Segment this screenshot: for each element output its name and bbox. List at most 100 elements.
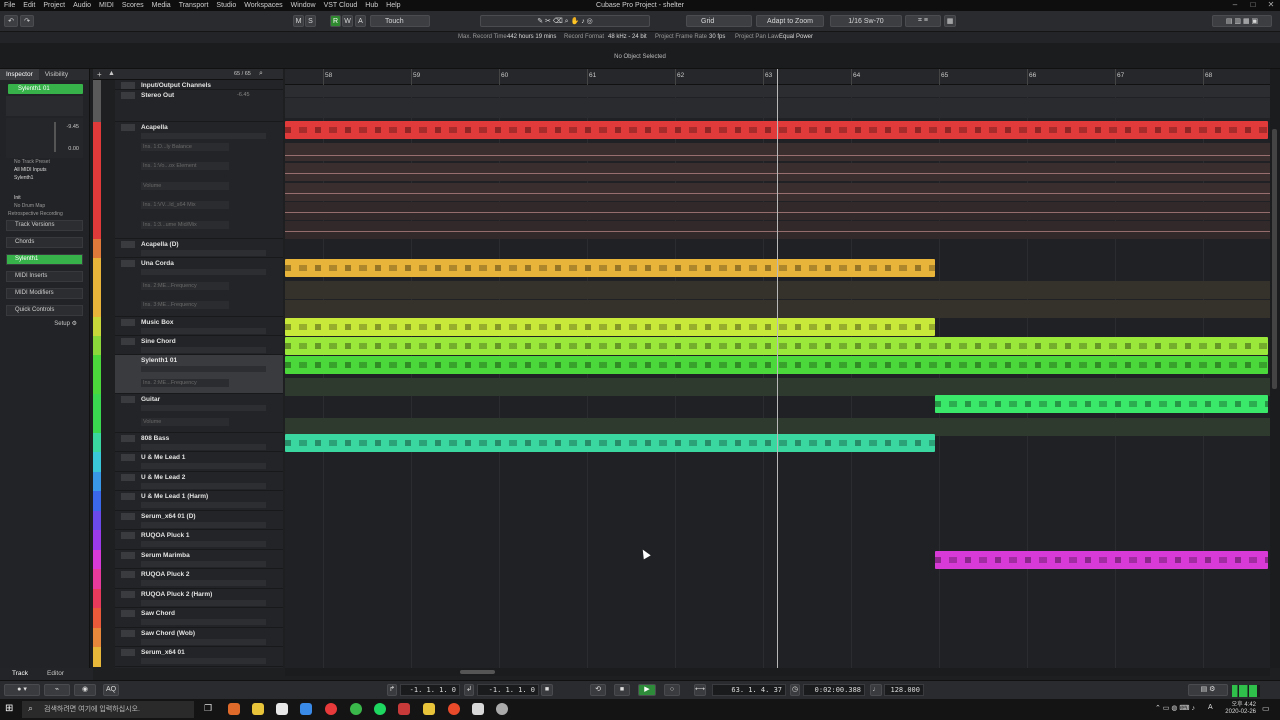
track-color-swatch[interactable] — [93, 355, 101, 394]
mute-all-button[interactable]: M — [293, 15, 304, 27]
cycle-button[interactable]: ⟲ — [590, 684, 606, 696]
track-mute-solo-buttons[interactable] — [121, 513, 135, 520]
track-row[interactable]: Saw Chord — [115, 608, 283, 628]
track-controls[interactable] — [141, 366, 266, 372]
redo-icon[interactable]: ↷ — [20, 15, 34, 27]
track-mute-solo-buttons[interactable] — [121, 454, 135, 461]
track-name[interactable]: RUQOA Pluck 2 — [141, 571, 190, 578]
chrome-icon[interactable] — [325, 703, 337, 715]
spotify-icon[interactable] — [374, 703, 386, 715]
track-controls[interactable] — [141, 483, 266, 489]
automation-parameter[interactable]: Ins. 3:ME...Frequency — [141, 301, 229, 309]
track-row[interactable]: 808 Bass — [115, 433, 283, 452]
track-row[interactable]: U & Me Lead 2 — [115, 472, 283, 491]
track-row[interactable]: RUQOA Pluck 1 — [115, 530, 283, 550]
track-mute-solo-buttons[interactable] — [121, 338, 135, 345]
track-mute-solo-buttons[interactable] — [121, 241, 135, 248]
track-row[interactable]: Serum_x64 01 (D) — [115, 511, 283, 530]
track-name[interactable]: Una Corda — [141, 260, 174, 267]
midi-part[interactable] — [935, 395, 1268, 413]
automation-parameter[interactable]: Ins. 1:Vo...ox Element — [141, 162, 229, 170]
track-name[interactable]: Sylenth1 01 — [141, 357, 177, 364]
horizontal-scrollbar[interactable] — [285, 668, 1270, 676]
close-icon[interactable]: ✕ — [1262, 0, 1280, 9]
volume-fader[interactable] — [54, 122, 56, 152]
automation-parameter[interactable]: Ins. 2:ME...Frequency — [141, 379, 229, 387]
track-color-swatch[interactable] — [93, 394, 101, 433]
track-mute-solo-buttons[interactable] — [121, 396, 135, 403]
position-time-field[interactable]: 0:02:00.388 — [803, 684, 865, 696]
track-color-swatch[interactable] — [93, 239, 101, 258]
cubase-taskbar-icon[interactable] — [472, 703, 484, 715]
track-color-swatch[interactable] — [93, 569, 101, 589]
section-chords[interactable]: Chords — [6, 237, 83, 248]
track-name[interactable]: Stereo Out — [141, 92, 174, 99]
section-track-versions[interactable]: Track Versions — [6, 220, 83, 231]
tool-buttons[interactable]: ✎ ✂ ⌫ ⌕ ✋ ♪ ◎ — [480, 15, 650, 27]
track-color-swatch[interactable] — [93, 336, 101, 355]
track-row[interactable]: Serum_x64 01 — [115, 647, 283, 667]
menu-project[interactable]: Project — [39, 2, 69, 9]
inspector-track-name[interactable]: Sylenth1 01 — [8, 84, 83, 94]
lock-icon[interactable]: ■ — [541, 684, 553, 696]
track-color-swatch[interactable] — [93, 472, 101, 491]
transport-right-tools[interactable]: ▤ ⚙ — [1188, 684, 1228, 696]
menu-window[interactable]: Window — [287, 2, 320, 9]
quantize-tools[interactable]: ⌗ ≡ — [905, 15, 941, 27]
track-color-swatch[interactable] — [93, 647, 101, 667]
track-row[interactable]: Acapella (D) — [115, 239, 283, 258]
track-row[interactable]: Sylenth1 01 — [115, 355, 283, 394]
track-mute-solo-buttons[interactable] — [121, 532, 135, 539]
pan-value[interactable]: 0.00 — [68, 146, 79, 152]
track-name[interactable]: U & Me Lead 1 (Harm) — [141, 493, 208, 500]
track-name[interactable]: Serum Marimba — [141, 552, 190, 559]
track-row[interactable]: Guitar — [115, 394, 283, 433]
grid-icon[interactable]: ▦ — [944, 15, 956, 27]
vertical-scrollbar[interactable] — [1270, 69, 1280, 668]
windows-start-icon[interactable]: ⊞ — [5, 703, 13, 714]
track-mute-solo-buttons[interactable] — [121, 610, 135, 617]
track-name[interactable]: U & Me Lead 1 — [141, 454, 185, 461]
midi-part[interactable] — [285, 318, 935, 336]
setup-button[interactable]: Setup ⚙ — [0, 320, 89, 327]
track-color-swatch[interactable] — [93, 122, 101, 239]
app-icon-3[interactable] — [350, 703, 362, 715]
zoom-mode-select[interactable]: Adapt to Zoom — [756, 15, 824, 27]
maximize-icon[interactable]: □ — [1244, 0, 1262, 9]
track-row[interactable]: Sine Chord — [115, 336, 283, 355]
app-icon-5[interactable] — [423, 703, 435, 715]
tab-inspector[interactable]: Inspector — [0, 69, 39, 80]
track-name[interactable]: Acapella (D) — [141, 241, 179, 248]
track-name[interactable]: Serum_x64 01 (D) — [141, 513, 196, 520]
auto-button[interactable]: A — [355, 15, 366, 27]
track-name[interactable]: Saw Chord — [141, 610, 175, 617]
track-row[interactable]: U & Me Lead 1 — [115, 452, 283, 472]
section-quick-controls[interactable]: Quick Controls — [6, 305, 83, 316]
menu-workspaces[interactable]: Workspaces — [240, 2, 286, 9]
midi-input[interactable]: All MIDI Inputs — [14, 166, 89, 174]
track-mute-solo-buttons[interactable] — [121, 357, 135, 364]
track-mute-solo-buttons[interactable] — [121, 591, 135, 598]
track-controls[interactable] — [141, 502, 266, 508]
track-name[interactable]: U & Me Lead 2 — [141, 474, 185, 481]
menu-media[interactable]: Media — [148, 2, 175, 9]
vertical-scroll-thumb[interactable] — [1272, 129, 1277, 389]
automation-parameter[interactable]: Ins. 1:D...ly Balance — [141, 143, 229, 151]
track-mute-solo-buttons[interactable] — [121, 493, 135, 500]
drum-map[interactable]: No Drum Map — [14, 202, 89, 210]
track-row[interactable]: RUQOA Pluck 2 (Harm) — [115, 589, 283, 608]
menu-edit[interactable]: Edit — [19, 2, 39, 9]
track-controls[interactable] — [141, 269, 266, 275]
track-color-swatch[interactable] — [93, 258, 101, 317]
undo-icon[interactable]: ↶ — [4, 15, 18, 27]
section-instrument[interactable]: Sylenth1 — [6, 254, 83, 265]
pan-law-value[interactable]: Equal Power — [779, 34, 813, 40]
menu-scores[interactable]: Scores — [118, 2, 148, 9]
horizontal-scroll-thumb[interactable] — [460, 670, 495, 674]
retrospective-recording[interactable]: Retrospective Recording — [8, 210, 89, 218]
track-mute-solo-buttons[interactable] — [121, 124, 135, 131]
quantize-select[interactable]: 1/16 Sw-70 — [830, 15, 902, 27]
track-color-swatch[interactable] — [93, 628, 101, 647]
track-controls[interactable] — [141, 561, 266, 567]
folder-icon[interactable] — [252, 703, 264, 715]
